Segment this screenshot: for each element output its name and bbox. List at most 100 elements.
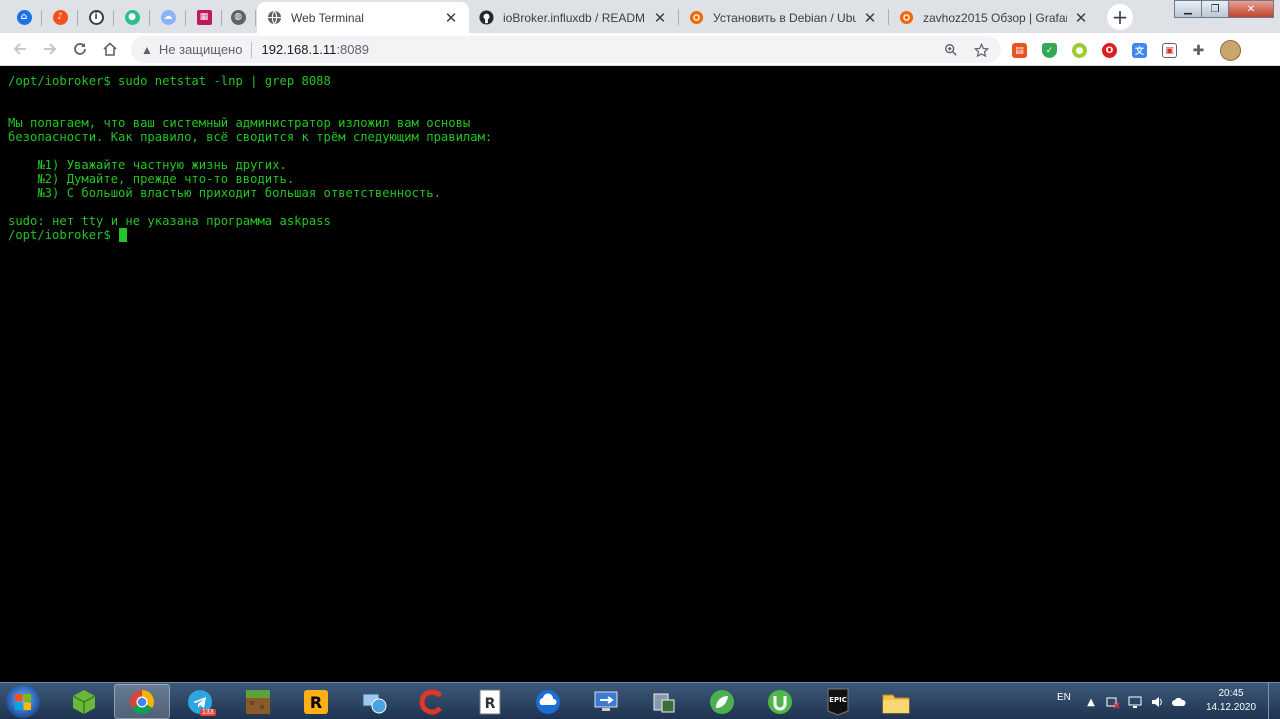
tab-iobroker-readme[interactable]: ioBroker.influxdb / README.m ✕ xyxy=(469,2,678,33)
address-bar[interactable]: ▲ Не защищено 192.168.1.11:8089 xyxy=(131,36,1001,63)
show-desktop-button[interactable] xyxy=(1268,683,1280,719)
terminal-prompt-line[interactable]: /opt/iobroker$ xyxy=(8,228,1280,242)
window-controls: ▁ ❐ ✕ xyxy=(1174,0,1274,18)
zoom-button[interactable] xyxy=(943,42,959,58)
home-button[interactable] xyxy=(98,37,122,61)
taskbar-app-telegram[interactable]: 133 xyxy=(172,684,228,719)
music-app-icon: ♪ xyxy=(52,9,68,25)
utorrent-icon xyxy=(768,689,792,714)
extension-screen-icon[interactable]: ▣ xyxy=(1162,43,1177,58)
close-tab-button[interactable]: ✕ xyxy=(862,10,878,26)
start-button[interactable] xyxy=(6,685,40,718)
file-explorer-icon xyxy=(882,694,910,713)
close-tab-button[interactable]: ✕ xyxy=(443,10,459,26)
new-tab-button[interactable]: + xyxy=(1107,4,1133,30)
pinned-tab-7[interactable]: ◍ xyxy=(221,4,256,30)
browser-toolbar: ▲ Не защищено 192.168.1.11:8089 ▤ ✓ ● O … xyxy=(0,33,1280,66)
shield-icon[interactable]: ✓ xyxy=(1042,43,1057,58)
url-host: 192.168.1.11 xyxy=(261,42,337,57)
taskbar-app-device-manager[interactable] xyxy=(636,684,692,719)
extension-green-icon[interactable]: ● xyxy=(1072,43,1087,58)
terminal-prompt: /opt/iobroker$ xyxy=(8,228,119,242)
translate-icon[interactable]: 文 xyxy=(1132,43,1147,58)
network-error-icon[interactable] xyxy=(1106,695,1120,709)
cloud-icon[interactable] xyxy=(1172,695,1186,709)
device-manager-icon xyxy=(653,693,675,712)
taskbar: 133 R R EPIC EN ▲ 20:45 14.12.2020 xyxy=(0,682,1280,719)
reload-button[interactable] xyxy=(68,37,92,61)
taskbar-app-cloud-sync[interactable] xyxy=(520,684,576,719)
reload-icon xyxy=(74,43,86,55)
restore-button[interactable]: ❐ xyxy=(1201,0,1229,18)
clock-time: 20:45 xyxy=(1218,688,1244,699)
forward-button[interactable] xyxy=(38,37,62,61)
rockstar-icon: R xyxy=(304,689,328,714)
avatar[interactable] xyxy=(1220,40,1241,61)
cloud-sync-icon xyxy=(536,689,560,714)
taskbar-app-minecraft[interactable] xyxy=(230,684,286,719)
terminal-line: sudo: нет tty и не указана программа ask… xyxy=(8,214,331,228)
close-tab-button[interactable]: ✕ xyxy=(652,10,668,26)
display-icon[interactable] xyxy=(1128,695,1142,709)
pinned-tab-3[interactable]: i xyxy=(79,4,114,30)
taskbar-app-utorrent[interactable] xyxy=(752,684,808,719)
back-button[interactable] xyxy=(8,37,32,61)
globe-icon: ◍ xyxy=(230,9,246,25)
tab-web-terminal[interactable]: Web Terminal ✕ xyxy=(257,2,469,33)
ccleaner-icon xyxy=(419,689,442,714)
pinned-tab-2[interactable]: ♪ xyxy=(43,4,78,30)
minimize-icon: ▁ xyxy=(1184,3,1192,15)
close-window-button[interactable]: ✕ xyxy=(1228,0,1274,18)
warning-icon: ▲ xyxy=(141,42,153,57)
bookmark-button[interactable] xyxy=(973,42,989,58)
svg-text:R: R xyxy=(310,693,322,712)
taskbar-app-cube[interactable] xyxy=(56,684,112,719)
system-clock[interactable]: 20:45 14.12.2020 xyxy=(1196,687,1266,715)
pinned-tab-1[interactable]: ⌂ xyxy=(7,4,42,30)
pinned-tab-6[interactable]: ▦ xyxy=(187,4,222,30)
taskbar-app-rockstar[interactable]: R xyxy=(288,684,344,719)
minimize-button[interactable]: ▁ xyxy=(1174,0,1202,18)
puzzle-icon[interactable]: ✚ xyxy=(1191,43,1206,59)
chat-app-icon: ● xyxy=(124,9,140,25)
taskbar-app-epic-games[interactable]: EPIC xyxy=(810,684,866,719)
taskbar-app-leaf[interactable] xyxy=(694,684,750,719)
taskbar-app-ccleaner[interactable] xyxy=(404,684,460,719)
epic-games-icon: EPIC xyxy=(827,688,849,716)
opera-vpn-icon[interactable]: O xyxy=(1102,43,1117,58)
language-indicator[interactable]: EN xyxy=(1057,692,1071,703)
terminal-line: безопасности. Как правило, всё сводится … xyxy=(8,130,493,144)
terminal-line: №2) Думайте, прежде что-то вводить. xyxy=(8,172,295,186)
terminal-line: №3) С большой властью приходит большая о… xyxy=(8,186,441,200)
address-divider xyxy=(251,41,253,58)
network-app-icon xyxy=(362,693,387,713)
chrome-icon xyxy=(130,689,155,714)
taskbar-app-r[interactable]: R xyxy=(462,684,518,719)
taskbar-app-network[interactable] xyxy=(346,684,402,719)
plus-icon: + xyxy=(1111,5,1129,29)
leaf-app-icon xyxy=(710,689,734,714)
photo-app-icon: ▦ xyxy=(196,9,212,25)
clock-date: 14.12.2020 xyxy=(1205,702,1257,713)
taskbar-app-chrome[interactable] xyxy=(114,684,170,719)
taskbar-app-remote-desktop[interactable] xyxy=(578,684,634,719)
tab-install-debian[interactable]: Установить в Debian / Ubuntu ✕ xyxy=(679,2,888,33)
close-icon: ✕ xyxy=(1246,3,1256,15)
taskbar-app-explorer[interactable] xyxy=(868,684,924,719)
extension-shopping-icon[interactable]: ▤ xyxy=(1012,43,1027,58)
tab-grafana-overview[interactable]: zavhoz2015 Обзор | Grafana L ✕ xyxy=(889,2,1099,33)
url-port: :8089 xyxy=(336,42,369,57)
pinned-tab-4[interactable]: ● xyxy=(115,4,150,30)
pinned-tab-5[interactable]: ☁ xyxy=(151,4,186,30)
terminal-screen[interactable]: /opt/iobroker$ sudo netstat -lnp | grep … xyxy=(0,66,1280,682)
info-app-icon: i xyxy=(88,9,104,25)
chevron-up-icon[interactable]: ▲ xyxy=(1084,695,1098,709)
home-app-icon: ⌂ xyxy=(16,9,32,25)
tab-title: Установить в Debian / Ubuntu xyxy=(713,10,856,25)
close-tab-button[interactable]: ✕ xyxy=(1073,10,1089,26)
volume-icon[interactable] xyxy=(1150,695,1164,709)
terminal-line: Мы полагаем, что ваш системный администр… xyxy=(8,116,471,130)
security-status[interactable]: Не защищено xyxy=(159,42,243,57)
